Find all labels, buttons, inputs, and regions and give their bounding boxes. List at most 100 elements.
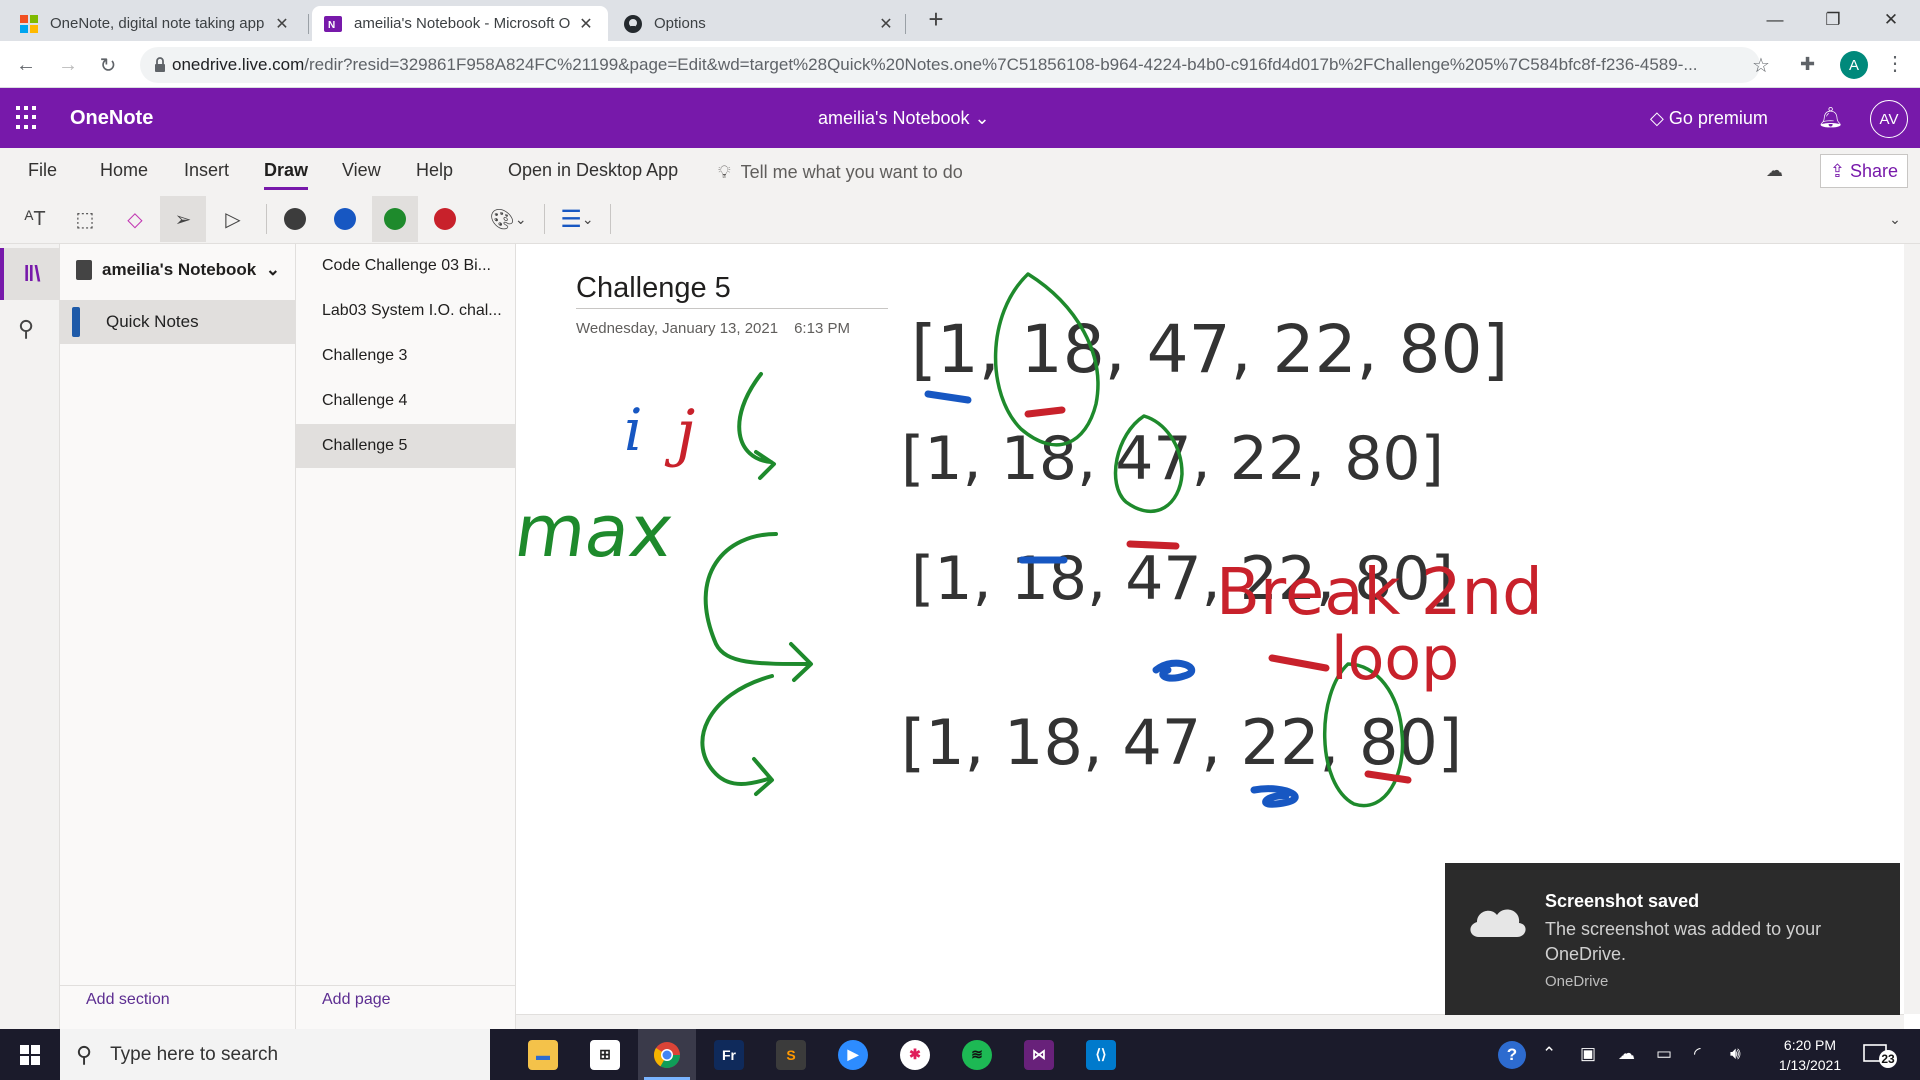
notebook-switcher[interactable]: ameilia's Notebook ⌄: [76, 260, 280, 280]
taskbar-visual-studio[interactable]: ⋈: [1010, 1029, 1068, 1080]
ink-arrow: [703, 532, 813, 682]
bookmark-star-icon[interactable]: ☆: [1752, 53, 1770, 78]
url-field[interactable]: onedrive.live.com/redir?resid=329861F958…: [140, 47, 1760, 83]
forward-arrow-icon[interactable]: →: [52, 49, 84, 81]
extensions-icon[interactable]: ✚: [1800, 54, 1815, 75]
help-icon[interactable]: ?: [1498, 1041, 1526, 1069]
app-name[interactable]: OneNote: [70, 107, 153, 130]
section-item-quick-notes[interactable]: Quick Notes: [60, 300, 296, 344]
close-tab-icon[interactable]: ✕: [272, 14, 292, 34]
chevron-up-icon[interactable]: ⌃: [1542, 1044, 1556, 1064]
ink-to-shape-icon[interactable]: ➢: [160, 196, 206, 242]
taskbar-store[interactable]: ⊞: [576, 1029, 634, 1080]
windows-logo-icon: [20, 1044, 40, 1065]
pen-black[interactable]: [272, 196, 318, 242]
vertical-scrollbar[interactable]: [1904, 244, 1920, 1014]
tell-me-search[interactable]: 💡︎ Tell me what you want to do: [718, 162, 963, 183]
ribbon-collapse-icon[interactable]: ⌄: [1880, 196, 1910, 242]
page-item-challenge-3[interactable]: Challenge 3: [296, 334, 516, 378]
add-page-button[interactable]: Add page: [322, 991, 391, 1009]
page-item-challenge-4[interactable]: Challenge 4: [296, 379, 516, 423]
reload-icon[interactable]: ↻: [92, 49, 124, 81]
add-section-button[interactable]: Add section: [86, 991, 170, 1009]
ink-break-note: Break 2nd loop: [1216, 556, 1543, 694]
wifi-icon[interactable]: ◜: [1694, 1044, 1701, 1064]
taskbar-spotify[interactable]: ≋: [948, 1029, 1006, 1080]
restore-button[interactable]: ❐: [1804, 0, 1862, 40]
ink-note-line-1: Break 2nd: [1216, 556, 1543, 630]
tab-insert[interactable]: Insert: [184, 160, 229, 181]
open-desktop-app-button[interactable]: Open in Desktop App: [508, 160, 678, 181]
notebooks-icon[interactable]: ‖\: [0, 248, 60, 300]
ink-to-text-icon[interactable]: ▷: [210, 196, 256, 242]
taskbar-slack[interactable]: ✱: [886, 1029, 944, 1080]
vscode-icon: ⟨⟩: [1086, 1039, 1116, 1070]
taskbar-sublime[interactable]: S: [762, 1029, 820, 1080]
page-item-lab03[interactable]: Lab03 System I.O. chal...: [296, 289, 516, 333]
taskbar-vscode[interactable]: ⟨⟩: [1072, 1029, 1130, 1080]
taskbar-search[interactable]: ⚲ Type here to search: [60, 1029, 490, 1080]
browser-tab-notebook[interactable]: N ameilia's Notebook - Microsoft O ✕: [312, 6, 608, 41]
go-premium-link[interactable]: ◇ Go premium: [1650, 108, 1768, 129]
taskbar-clock[interactable]: 6:20 PM 1/13/2021: [1770, 1035, 1850, 1075]
new-tab-button[interactable]: +: [922, 6, 950, 34]
line-thickness-icon: ☰: [560, 205, 582, 233]
left-rail: ‖\ ⚲: [0, 244, 60, 1029]
section-label: Quick Notes: [106, 312, 199, 331]
ink-label-i: i: [624, 396, 643, 464]
tab-draw[interactable]: Draw: [264, 160, 309, 190]
profile-avatar[interactable]: A: [1840, 51, 1868, 79]
lasso-select-icon[interactable]: ⬚: [62, 196, 108, 242]
page-item-code-challenge-03[interactable]: Code Challenge 03 Bi...: [296, 244, 516, 288]
app-launcher-icon[interactable]: [16, 106, 40, 130]
page-item-challenge-5[interactable]: Challenge 5: [296, 424, 516, 468]
ink-label-max: max: [516, 490, 678, 574]
battery-icon[interactable]: ▭: [1656, 1044, 1672, 1064]
close-tab-icon[interactable]: ✕: [876, 14, 896, 34]
onedrive-icon[interactable]: ☁: [1618, 1044, 1635, 1064]
taskbar-chrome[interactable]: [638, 1029, 696, 1080]
close-window-button[interactable]: ✕: [1862, 0, 1920, 40]
toast-title: Screenshot saved: [1545, 891, 1700, 911]
minimize-button[interactable]: —: [1746, 0, 1804, 40]
notification-center-button[interactable]: 23: [1862, 1041, 1898, 1069]
palette-icon: 🎨︎: [489, 208, 515, 231]
browser-tab-options[interactable]: Options ✕: [612, 6, 908, 41]
chevron-down-icon: ⌄: [514, 210, 527, 227]
start-button[interactable]: [0, 1029, 60, 1080]
notebook-title-dropdown[interactable]: ameilia's Notebook ⌄: [818, 108, 990, 129]
taskbar-fresco[interactable]: Fr: [700, 1029, 758, 1080]
tab-title: ameilia's Notebook - Microsoft O: [354, 15, 571, 32]
close-tab-icon[interactable]: ✕: [576, 14, 596, 34]
color-palette-dropdown[interactable]: 🎨︎ ⌄: [480, 196, 536, 242]
taskbar-zoom[interactable]: ▶: [824, 1029, 882, 1080]
screenshot-toast[interactable]: Screenshot saved The screenshot was adde…: [1445, 863, 1900, 1015]
back-arrow-icon[interactable]: ←: [10, 49, 42, 81]
pen-blue[interactable]: [322, 196, 368, 242]
tab-file[interactable]: File: [28, 160, 57, 181]
meet-now-icon[interactable]: ▣: [1580, 1044, 1596, 1064]
volume-icon[interactable]: 🔊︎: [1730, 1044, 1741, 1064]
tab-view[interactable]: View: [342, 160, 381, 181]
horizontal-scrollbar[interactable]: [516, 1014, 1904, 1029]
pen-color-swatch: [434, 208, 456, 230]
sync-status-icon[interactable]: ☁: [1766, 161, 1783, 181]
share-button[interactable]: ⇪ Share: [1820, 154, 1908, 188]
browser-menu-icon[interactable]: ⋮: [1885, 51, 1905, 76]
svg-text:N: N: [328, 20, 335, 31]
user-avatar[interactable]: AV: [1870, 100, 1908, 138]
chevron-down-icon: ⌄: [265, 260, 280, 279]
bell-icon[interactable]: 🔔︎: [1818, 105, 1843, 130]
tab-help[interactable]: Help: [416, 160, 453, 181]
pen-red[interactable]: [422, 196, 468, 242]
ink-label-j: j: [664, 396, 695, 469]
type-text-icon[interactable]: ᴬT: [12, 196, 58, 242]
notebook-icon: [76, 260, 92, 280]
search-icon[interactable]: ⚲: [18, 316, 34, 342]
tab-home[interactable]: Home: [100, 160, 148, 181]
browser-tab-onenote-home[interactable]: OneNote, digital note taking app ✕: [8, 6, 304, 41]
pen-green[interactable]: [372, 196, 418, 242]
taskbar-file-explorer[interactable]: ▬: [514, 1029, 572, 1080]
pen-thickness-dropdown[interactable]: ☰ ⌄: [552, 196, 602, 242]
eraser-icon[interactable]: ◇: [112, 196, 158, 242]
